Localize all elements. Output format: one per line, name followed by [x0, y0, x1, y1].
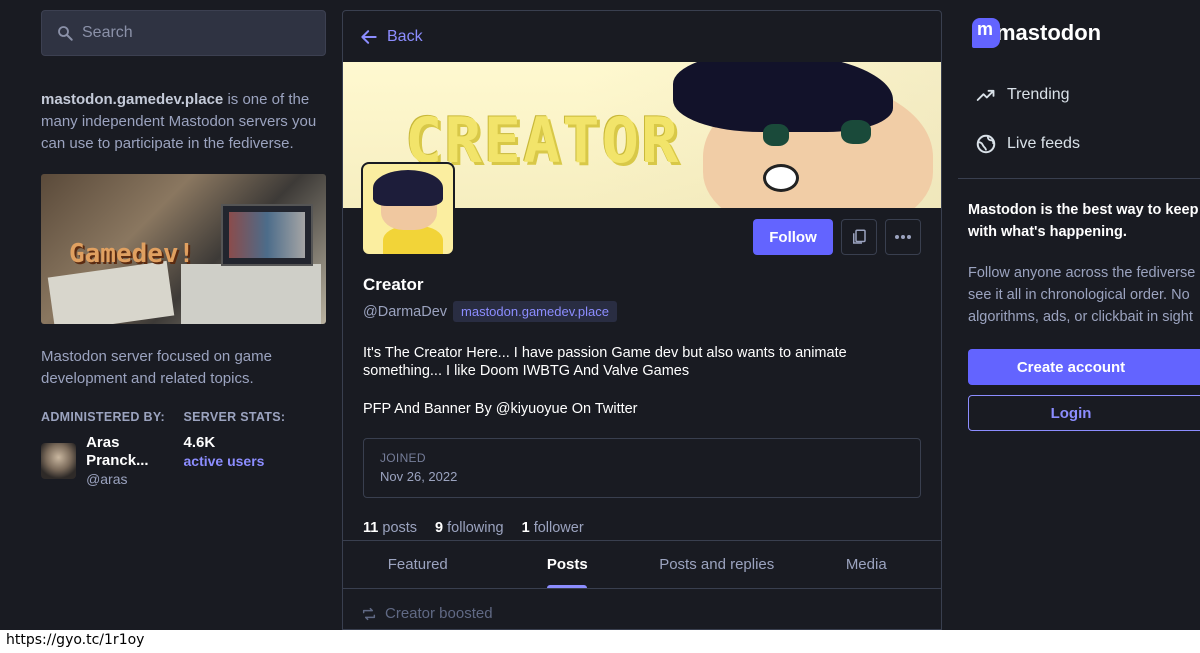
- status-url: https://gyo.tc/1r1oy: [0, 630, 151, 653]
- profile-counts: 11 posts 9 following 1 follower: [363, 520, 921, 536]
- tab-featured[interactable]: Featured: [343, 541, 493, 588]
- bio-paragraph: It's The Creator Here... I have passion …: [363, 345, 847, 379]
- server-hero-image: Gamedev!: [41, 174, 326, 324]
- joined-label: JOINED: [380, 451, 426, 465]
- profile-column: Back CREATOR Follow Creator @DarmaDev ma…: [342, 10, 942, 630]
- trending-icon: [976, 89, 995, 101]
- pitch-text: Follow anyone across the fediverse see i…: [968, 265, 1196, 325]
- profile-handle: @DarmaDev: [363, 303, 448, 320]
- mastodon-logo[interactable]: mastodon: [972, 18, 1101, 48]
- tab-posts-and-replies[interactable]: Posts and replies: [642, 541, 792, 588]
- profile-tabs: Featured Posts Posts and replies Media: [343, 540, 941, 589]
- nav-trending-label: Trending: [1007, 86, 1070, 103]
- back-label: Back: [387, 27, 423, 45]
- browser-status-bar: https://gyo.tc/1r1oy: [0, 630, 1200, 653]
- boost-text: Creator boosted: [385, 605, 493, 622]
- server-meta: ADMINISTERED BY: Aras Pranck... @aras SE…: [41, 410, 326, 488]
- server-intro: mastodon.gamedev.place is one of the man…: [41, 89, 326, 155]
- more-options-button[interactable]: [885, 219, 921, 255]
- mastodon-logo-icon: [972, 18, 1000, 48]
- divider: [958, 178, 1200, 179]
- nav-trending[interactable]: Trending: [975, 85, 1070, 105]
- joined-box: JOINED Nov 26, 2022: [363, 438, 921, 498]
- domain-badge[interactable]: mastodon.gamedev.place: [453, 301, 617, 322]
- active-users-count: 4.6K: [183, 434, 216, 451]
- more-icon: [895, 235, 911, 239]
- tab-media[interactable]: Media: [792, 541, 942, 588]
- boost-icon: [362, 607, 376, 620]
- hero-text: Gamedev!: [69, 239, 195, 269]
- pitch-heading: Mastodon is the best way to keep u with …: [968, 202, 1200, 240]
- joined-date: Nov 26, 2022: [380, 469, 458, 484]
- admin-account[interactable]: Aras Pranck... @aras: [41, 434, 184, 488]
- server-sidebar: Search mastodon.gamedev.place is one of …: [41, 10, 326, 488]
- arrow-left-icon: [361, 29, 377, 44]
- profile-bio: It's The Creator Here... I have passion …: [363, 344, 921, 418]
- create-account-button[interactable]: Create account: [968, 349, 1200, 385]
- follow-button[interactable]: Follow: [753, 219, 833, 255]
- copy-icon: [853, 229, 866, 244]
- back-button[interactable]: Back: [343, 11, 941, 62]
- logo-wordmark: mastodon: [996, 20, 1102, 45]
- admin-avatar[interactable]: [41, 443, 77, 479]
- nav-live-feeds-label: Live feeds: [1007, 135, 1080, 152]
- server-description: Mastodon server focused on game developm…: [41, 348, 272, 387]
- profile-avatar[interactable]: [361, 162, 455, 256]
- active-users-label: active users: [183, 453, 265, 469]
- login-button[interactable]: Login: [968, 395, 1200, 431]
- following-count-link[interactable]: 9 following: [435, 520, 504, 536]
- stats-heading: SERVER STATS:: [183, 410, 286, 424]
- server-domain[interactable]: mastodon.gamedev.place: [41, 91, 223, 108]
- admin-handle: @aras: [86, 471, 128, 487]
- tab-posts[interactable]: Posts: [493, 541, 643, 588]
- search-icon: [58, 26, 73, 41]
- profile-actions: Follow: [753, 219, 921, 255]
- bio-paragraph: PFP And Banner By @kiyuoyue On Twitter: [363, 401, 638, 417]
- boost-indicator: Creator boosted: [361, 605, 493, 622]
- profile-display-name: Creator: [363, 275, 424, 294]
- copy-link-button[interactable]: [841, 219, 877, 255]
- search-placeholder: Search: [82, 24, 133, 41]
- profile-info: Creator @DarmaDev mastodon.gamedev.place…: [363, 275, 921, 536]
- search-input[interactable]: Search: [41, 10, 326, 56]
- navigation-panel: mastodon Trending Live feeds Mastodon is…: [958, 0, 1200, 630]
- nav-live-feeds[interactable]: Live feeds: [975, 133, 1080, 155]
- globe-icon: [976, 134, 996, 154]
- admin-name[interactable]: Aras Pranck...: [86, 434, 183, 470]
- posts-count-link[interactable]: 11 posts: [363, 520, 417, 536]
- profile-handle-row: @DarmaDev mastodon.gamedev.place: [363, 301, 921, 322]
- admin-heading: ADMINISTERED BY:: [41, 410, 166, 424]
- followers-count-link[interactable]: 1 follower: [522, 520, 584, 536]
